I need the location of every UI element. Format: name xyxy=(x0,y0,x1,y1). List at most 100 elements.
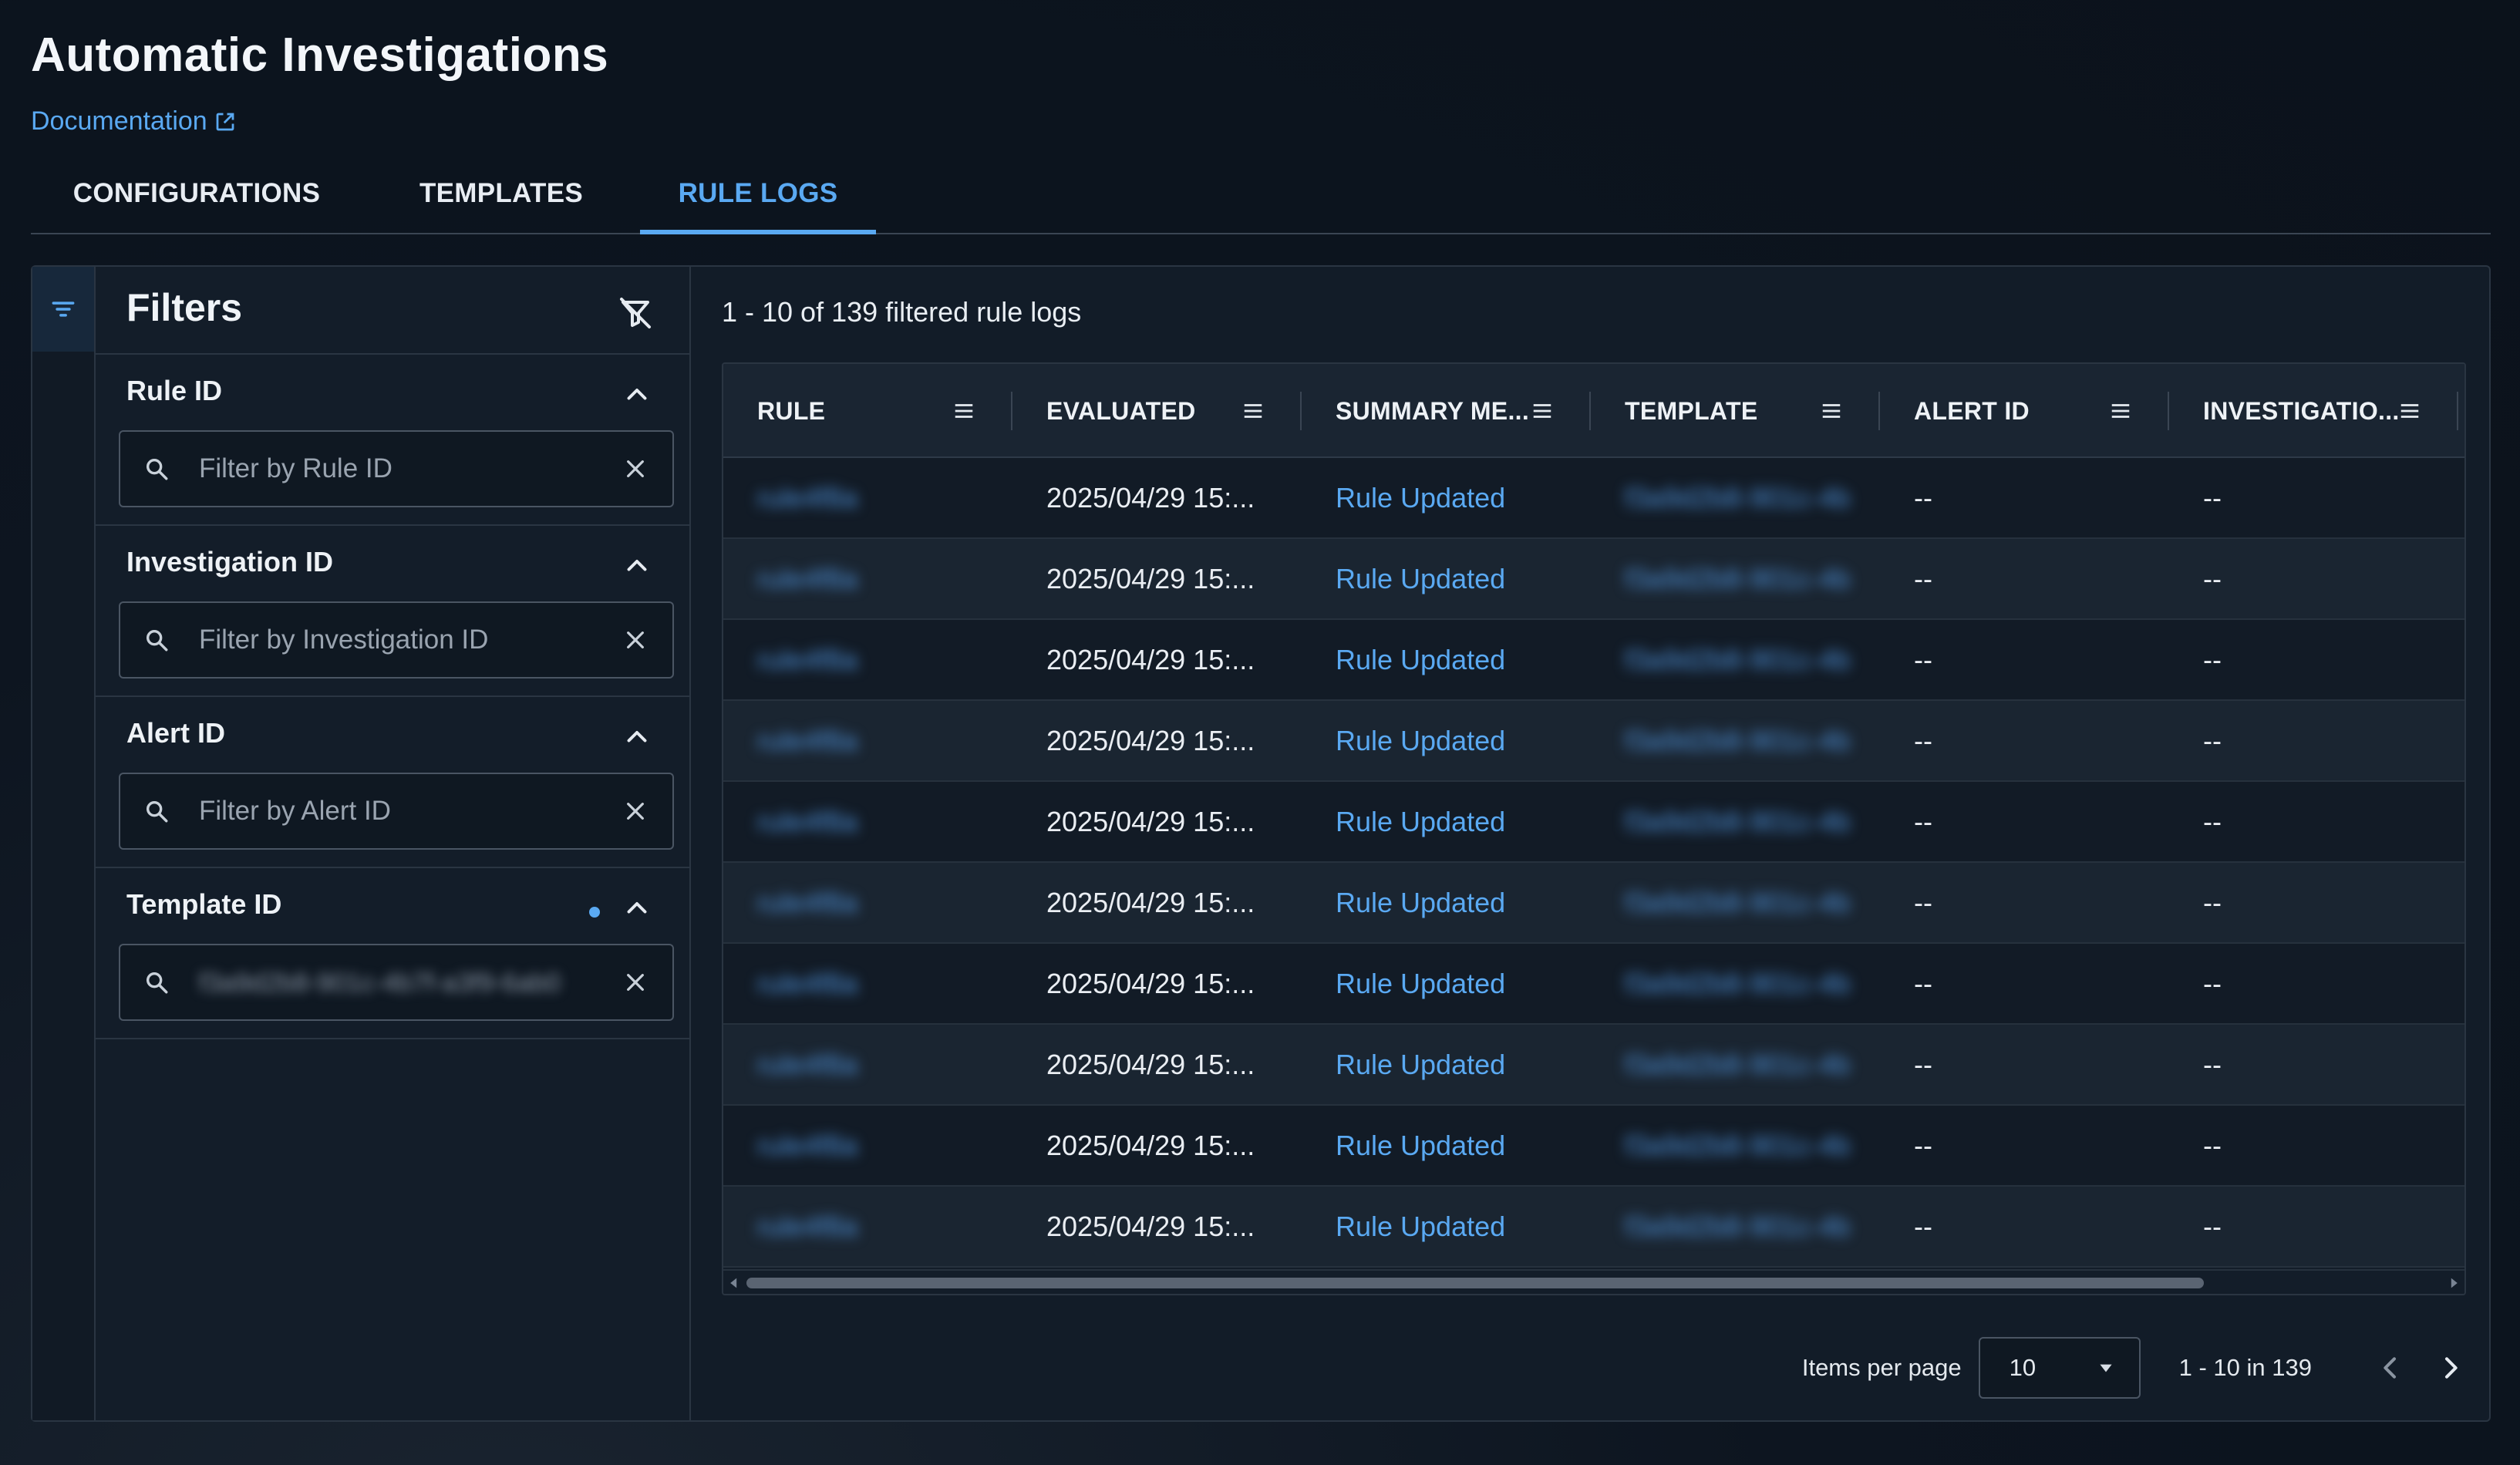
table-row[interactable]: rule4f8a 2025/04/29 15:... Rule Updated f3a… xyxy=(723,701,2464,782)
scroll-right-icon[interactable] xyxy=(2448,1277,2460,1289)
alert-id-filter-input[interactable] xyxy=(199,788,623,834)
rule-link-text: rule4f8a xyxy=(757,724,858,756)
column-header-alert-id[interactable]: ALERT ID xyxy=(1880,364,2169,458)
tab-templates[interactable]: TEMPLATES xyxy=(362,153,640,234)
close-icon[interactable] xyxy=(623,628,648,652)
template-link-text: f3a9d2b8-901c-4b xyxy=(1625,1129,1851,1161)
template-link[interactable]: f3a9d2b8-901c-4b xyxy=(1591,782,1880,861)
toggle-filters-button[interactable] xyxy=(32,267,94,352)
summary-link[interactable]: Rule Updated xyxy=(1302,782,1591,861)
filter-label-rule-id: Rule ID xyxy=(126,375,223,406)
summary-link[interactable]: Rule Updated xyxy=(1302,458,1591,537)
tab-configurations[interactable]: CONFIGURATIONS xyxy=(31,153,362,234)
column-menu-icon[interactable] xyxy=(1820,399,1843,423)
table-row[interactable]: rule4f8a 2025/04/29 15:... Rule Updated f3a… xyxy=(723,863,2464,944)
template-link[interactable]: f3a9d2b8-901c-4b xyxy=(1591,539,1880,618)
rule-link[interactable]: rule4f8a xyxy=(723,863,1012,942)
chevron-left-icon[interactable] xyxy=(2375,1352,2406,1383)
template-link[interactable]: f3a9d2b8-901c-4b xyxy=(1591,1106,1880,1185)
column-header-summary[interactable]: SUMMARY ME... xyxy=(1302,364,1591,458)
template-link[interactable]: f3a9d2b8-901c-4b xyxy=(1591,863,1880,942)
table-row[interactable]: rule4f8a 2025/04/29 15:... Rule Updated f3a… xyxy=(723,944,2464,1025)
rule-link[interactable]: rule4f8a xyxy=(723,782,1012,861)
column-header-label: RULE xyxy=(757,396,826,425)
evaluated-cell-text: 2025/04/29 15:... xyxy=(1046,1129,1255,1161)
rule-id-filter-input[interactable] xyxy=(199,446,623,492)
alert-id-cell-text: -- xyxy=(1914,967,1932,999)
table-row[interactable]: rule4f8a 2025/04/29 15:... Rule Updated f3a… xyxy=(723,782,2464,863)
template-link[interactable]: f3a9d2b8-901c-4b xyxy=(1591,1025,1880,1104)
template-link[interactable]: f3a9d2b8-901c-4b xyxy=(1591,620,1880,699)
chevron-up-icon[interactable] xyxy=(623,381,651,409)
close-icon[interactable] xyxy=(623,970,648,995)
template-link[interactable]: f3a9d2b8-901c-4b xyxy=(1591,1187,1880,1266)
table-row[interactable]: rule4f8a 2025/04/29 15:... Rule Updated f3a… xyxy=(723,539,2464,620)
table-row[interactable]: rule4f8a 2025/04/29 15:... Rule Updated f3a… xyxy=(723,1025,2464,1106)
alert-id-cell-text: -- xyxy=(1914,481,1932,514)
items-per-page-select[interactable]: 10 xyxy=(1978,1337,2141,1399)
rule-link-text: rule4f8a xyxy=(757,805,858,837)
close-icon[interactable] xyxy=(623,799,648,823)
template-link[interactable]: f3a9d2b8-901c-4b xyxy=(1591,944,1880,1023)
rule-link-text: rule4f8a xyxy=(757,1129,858,1161)
caret-down-icon xyxy=(2100,1364,2112,1372)
summary-link[interactable]: Rule Updated xyxy=(1302,1187,1591,1266)
close-icon[interactable] xyxy=(623,456,648,481)
column-menu-icon[interactable] xyxy=(1531,399,1554,423)
summary-link[interactable]: Rule Updated xyxy=(1302,620,1591,699)
rule-id-filter-field xyxy=(119,430,674,507)
summary-link[interactable]: Rule Updated xyxy=(1302,539,1591,618)
chevron-right-icon[interactable] xyxy=(2435,1352,2466,1383)
rule-link[interactable]: rule4f8a xyxy=(723,944,1012,1023)
investigation-id-filter-input[interactable] xyxy=(199,617,623,663)
rule-link[interactable]: rule4f8a xyxy=(723,701,1012,780)
alert-id-cell: -- xyxy=(1880,1106,2169,1185)
table-body: rule4f8a 2025/04/29 15:... Rule Updated f3a… xyxy=(723,458,2464,1268)
scrollbar-thumb[interactable] xyxy=(746,1278,2204,1288)
search-icon xyxy=(146,458,168,480)
template-id-filter-field[interactable]: f3a9d2b8-901c-4b7f-a3f9-6ab0 xyxy=(119,944,674,1021)
evaluated-cell: 2025/04/29 15:... xyxy=(1012,1187,1302,1266)
column-header-evaluated[interactable]: EVALUATED xyxy=(1012,364,1302,458)
template-link[interactable]: f3a9d2b8-901c-4b xyxy=(1591,458,1880,537)
summary-link[interactable]: Rule Updated xyxy=(1302,863,1591,942)
template-link-text: f3a9d2b8-901c-4b xyxy=(1625,643,1851,675)
tab-rule-logs[interactable]: RULE LOGS xyxy=(640,153,876,234)
chevron-up-icon[interactable] xyxy=(623,723,651,751)
rule-link[interactable]: rule4f8a xyxy=(723,458,1012,537)
scroll-left-icon[interactable] xyxy=(728,1277,740,1289)
summary-link[interactable]: Rule Updated xyxy=(1302,701,1591,780)
column-header-investigation[interactable]: INVESTIGATIO... xyxy=(2169,364,2458,458)
chevron-up-icon[interactable] xyxy=(623,552,651,580)
rule-link[interactable]: rule4f8a xyxy=(723,539,1012,618)
template-link-text: f3a9d2b8-901c-4b xyxy=(1625,805,1851,837)
column-header-label: TEMPLATE xyxy=(1625,396,1758,425)
column-header-template[interactable]: TEMPLATE xyxy=(1591,364,1880,458)
table-row[interactable]: rule4f8a 2025/04/29 15:... Rule Updated f3a… xyxy=(723,620,2464,701)
table-row[interactable]: rule4f8a 2025/04/29 15:... Rule Updated f3a… xyxy=(723,458,2464,539)
column-menu-icon[interactable] xyxy=(1241,399,1265,423)
column-menu-icon[interactable] xyxy=(952,399,975,423)
table-row[interactable]: rule4f8a 2025/04/29 15:... Rule Updated f3a… xyxy=(723,1106,2464,1187)
column-header-rule[interactable]: RULE xyxy=(723,364,1012,458)
table-row[interactable]: rule4f8a 2025/04/29 15:... Rule Updated f3a… xyxy=(723,1187,2464,1268)
filter-icon xyxy=(52,301,75,317)
rule-link[interactable]: rule4f8a xyxy=(723,1187,1012,1266)
horizontal-scrollbar[interactable] xyxy=(723,1269,2464,1294)
filter-clear-icon[interactable] xyxy=(617,295,654,332)
template-link[interactable]: f3a9d2b8-901c-4b xyxy=(1591,701,1880,780)
summary-link[interactable]: Rule Updated xyxy=(1302,1025,1591,1104)
template-id-filter-value[interactable]: f3a9d2b8-901c-4b7f-a3f9-6ab0 xyxy=(199,968,608,996)
rule-link[interactable]: rule4f8a xyxy=(723,620,1012,699)
documentation-link[interactable]: Documentation xyxy=(31,106,237,136)
rule-link[interactable]: rule4f8a xyxy=(723,1025,1012,1104)
column-menu-icon[interactable] xyxy=(2398,399,2421,423)
column-menu-icon[interactable] xyxy=(2109,399,2132,423)
rule-link[interactable]: rule4f8a xyxy=(723,1106,1012,1185)
evaluated-cell: 2025/04/29 15:... xyxy=(1012,944,1302,1023)
summary-link[interactable]: Rule Updated xyxy=(1302,944,1591,1023)
column-resize-handle[interactable] xyxy=(2457,392,2458,430)
chevron-up-icon[interactable] xyxy=(623,894,651,922)
summary-link[interactable]: Rule Updated xyxy=(1302,1106,1591,1185)
evaluated-cell: 2025/04/29 15:... xyxy=(1012,863,1302,942)
